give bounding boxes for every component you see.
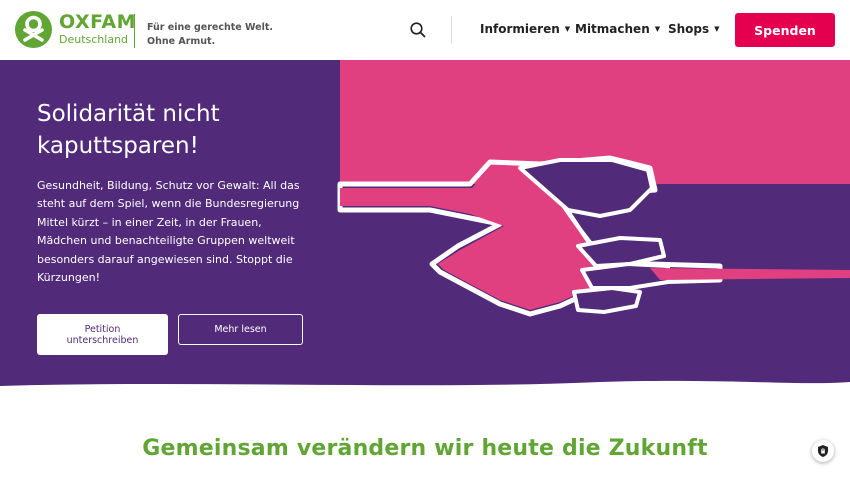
nav-divider [451,16,452,44]
tagline-line-2: Ohne Armut. [147,36,216,47]
hero-description: Gesundheit, Bildung, Schutz vor Gewalt: … [37,179,300,285]
section-title: Gemeinsam verändern wir heute die Zukunf… [142,436,708,461]
brand-tagline: Für eine gerechte Welt. Ohne Armut. [147,21,273,49]
nav-item-shops[interactable]: Shops ▼ [668,22,720,36]
caret-down-icon: ▼ [564,25,571,33]
donate-button[interactable]: Spenden [735,13,835,47]
brand-divider [134,14,135,48]
brand-name: OXFAM [59,11,137,33]
search-icon[interactable] [408,20,428,40]
caret-down-icon: ▼ [654,25,661,33]
nav-label: Informieren [480,22,560,36]
privacy-shield-icon [818,445,828,457]
nav-label: Shops [668,22,710,36]
hero-title: Solidarität nicht kaputtsparen! [37,101,220,159]
caret-down-icon: ▼ [714,25,720,33]
petition-button[interactable]: Petition unterschreiben [37,314,168,355]
hero-banner: Solidarität nicht kaputtsparen! Gesundhe… [0,60,850,392]
read-more-button[interactable]: Mehr lesen [178,314,303,345]
nav-label: Mitmachen [575,22,650,36]
nav-item-mitmachen[interactable]: Mitmachen ▼ [575,22,660,36]
privacy-settings-button[interactable] [812,440,834,462]
nav-item-informieren[interactable]: Informieren ▼ [480,22,570,36]
brand-wordmark[interactable]: OXFAM Deutschland [59,13,136,47]
site-header: OXFAM Deutschland Für eine gerechte Welt… [0,0,850,60]
brand-sub: Deutschland [59,33,129,46]
tagline-line-1: Für eine gerechte Welt. [147,22,274,33]
oxfam-logo-icon[interactable] [15,11,52,48]
